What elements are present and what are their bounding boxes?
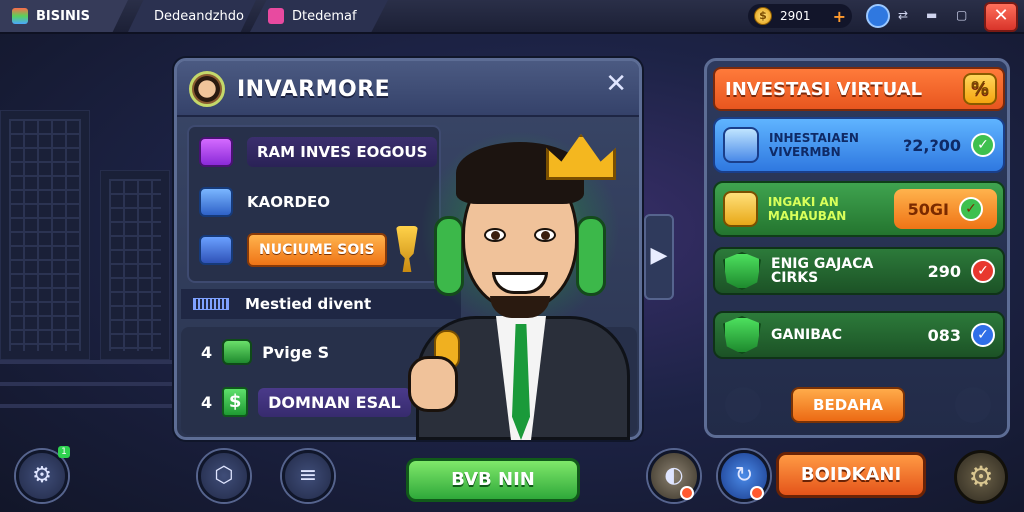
card-value: 290 xyxy=(927,261,961,281)
investment-card[interactable]: INHESTAIAEN VIVERMBN ?2,?00 ✓ xyxy=(713,117,1005,173)
list-item[interactable]: 4 Pvige S xyxy=(201,339,329,365)
app-icon xyxy=(268,8,284,24)
option-row[interactable]: KAORDEO xyxy=(199,187,330,217)
tab-bisinis[interactable]: BISINIS xyxy=(0,0,128,32)
nuciume-sois-button[interactable]: NUCIUME SOIS xyxy=(247,233,387,267)
investment-card[interactable]: GANIBAC 083 ✓ xyxy=(713,311,1005,359)
item-label: Pvige S xyxy=(262,342,330,362)
gear-icon[interactable]: ⚙ xyxy=(954,450,1008,504)
add-coins-button[interactable]: + xyxy=(833,7,846,26)
card-value: 50GI xyxy=(907,199,949,219)
alert-badge-icon xyxy=(680,486,694,500)
crown-card-icon xyxy=(723,191,758,227)
cube-icon xyxy=(199,137,233,167)
item-count: 4 xyxy=(201,342,213,362)
check-icon: ✓ xyxy=(971,259,995,283)
refresh-icon[interactable] xyxy=(866,4,890,28)
coin-balance: $ 2901 + xyxy=(748,4,852,28)
card-value: 083 xyxy=(927,325,961,345)
background-railing xyxy=(0,360,190,364)
app-stack-icon xyxy=(12,8,28,24)
list-item[interactable]: 4 $ DOMNAN ESAL xyxy=(201,387,411,417)
dollar-shield-icon xyxy=(723,316,761,354)
bvb-nin-button[interactable]: BVB NIN xyxy=(406,458,580,502)
right-panel-title: INVESTASI VIRTUAL xyxy=(725,78,923,100)
bank-icon xyxy=(199,187,233,217)
tab-label: Dtedemaf xyxy=(292,8,357,24)
panel-title: INVARMORE xyxy=(237,77,391,102)
crystal-icon xyxy=(723,127,759,163)
shield-button[interactable]: ⬡ xyxy=(198,450,250,502)
maximize-icon[interactable]: ▢ xyxy=(956,8,967,22)
coin-amount: 2901 xyxy=(780,9,811,23)
panel-close-icon[interactable]: ✕ xyxy=(605,69,627,99)
investasi-virtual-panel: INVESTASI VIRTUAL % INHESTAIAEN VIVERMBN… xyxy=(704,58,1010,438)
card-text: INHESTAIAEN VIVERMBN xyxy=(769,131,859,159)
investment-card[interactable]: INGAKI AN MAHAUBAN 50GI ✓ xyxy=(713,181,1005,237)
close-button[interactable]: ✕ xyxy=(984,2,1018,32)
panel-header: INVARMORE ✕ xyxy=(177,61,639,117)
background-building xyxy=(100,170,170,360)
headphone-left xyxy=(434,216,464,296)
card-text: ENIG GAJACA CIRKS xyxy=(771,256,874,286)
tab-label: Dedeandzhdo xyxy=(154,8,244,24)
dollar-icon: $ xyxy=(222,387,249,417)
option-label: KAORDEO xyxy=(247,193,330,211)
card-text: GANIBAC xyxy=(771,327,843,343)
headphone-right xyxy=(576,216,606,296)
barcode-icon xyxy=(193,298,229,310)
card-value-pill: 50GI ✓ xyxy=(893,189,997,229)
right-panel-header: INVESTASI VIRTUAL % xyxy=(713,67,1005,111)
bedaha-button[interactable]: BEDAHA xyxy=(791,387,905,423)
next-arrow-button[interactable]: ▶ xyxy=(644,214,674,300)
arrows-icon[interactable]: ⇄ xyxy=(898,8,908,22)
tab-third[interactable]: Dtedemaf xyxy=(250,0,388,32)
check-icon: ✓ xyxy=(971,133,995,157)
percent-icon[interactable]: % xyxy=(963,73,997,105)
character-hand xyxy=(408,356,458,412)
tab-second[interactable]: Dedeandzhdo xyxy=(128,0,256,32)
check-icon: ✓ xyxy=(971,323,995,347)
character-eye xyxy=(484,228,506,242)
card-value: ?2,?00 xyxy=(902,135,961,155)
minimize-icon[interactable]: ▬ xyxy=(926,8,937,22)
alert-badge-icon xyxy=(750,486,764,500)
coin-stack-button[interactable]: ≡ xyxy=(282,450,334,502)
boidkani-button[interactable]: BOIDKANI xyxy=(776,452,926,498)
character-eye xyxy=(534,228,556,242)
background-building xyxy=(0,110,90,360)
cash-stack-icon xyxy=(222,339,253,365)
avatar[interactable] xyxy=(189,71,225,107)
option-row: NUCIUME SOIS xyxy=(199,233,387,267)
investment-card[interactable]: ENIG GAJACA CIRKS 290 ✓ xyxy=(713,247,1005,295)
house-icon xyxy=(199,235,233,265)
notification-badge: 1 xyxy=(58,446,70,458)
item-count: 4 xyxy=(201,392,213,412)
item-label: DOMNAN ESAL xyxy=(258,387,411,417)
gear-faint-icon xyxy=(955,387,991,423)
dollar-shield-icon xyxy=(723,252,761,290)
coin-icon: $ xyxy=(754,7,772,25)
section-title: Mestied divent xyxy=(245,295,372,313)
investor-character xyxy=(400,120,640,440)
locked-slot-icon xyxy=(725,387,761,423)
tab-label: BISINIS xyxy=(36,8,91,24)
card-text: INGAKI AN MAHAUBAN xyxy=(767,195,847,223)
check-icon: ✓ xyxy=(959,197,983,221)
top-bar: BISINIS Dedeandzhdo Dtedemaf $ 2901 + ⇄ … xyxy=(0,0,1024,34)
